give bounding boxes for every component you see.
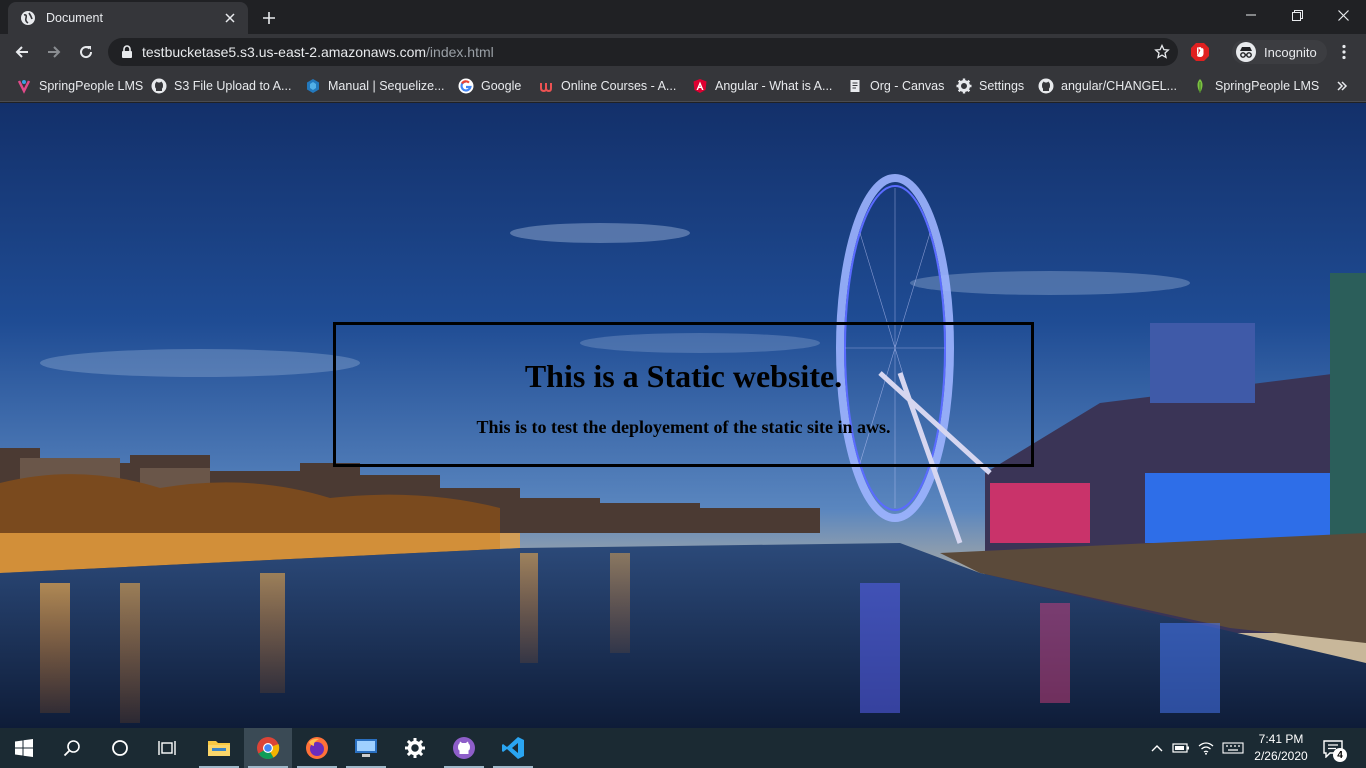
bookmark-star-icon[interactable]: [1154, 44, 1170, 60]
bookmark-angular[interactable]: Angular - What is A...: [686, 75, 838, 97]
taskbar-github-desktop[interactable]: [440, 728, 488, 768]
bookmarks-bar: SpringPeople LMS S3 File Upload to A... …: [0, 70, 1366, 102]
kebab-menu-icon: [1342, 44, 1346, 60]
restore-button[interactable]: [1274, 0, 1320, 30]
notification-count-badge: 4: [1333, 748, 1347, 762]
taskbar-file-explorer[interactable]: [195, 728, 243, 768]
bookmark-label: SpringPeople LMS: [39, 79, 144, 93]
taskbar-settings[interactable]: [391, 728, 439, 768]
bookmark-label: Settings: [979, 79, 1025, 93]
gear-icon: [405, 738, 425, 758]
windows-taskbar: 7:41 PM 2/26/2020 4: [0, 728, 1366, 768]
incognito-icon: [1236, 42, 1256, 62]
bookmark-s3-file-upload[interactable]: S3 File Upload to A...: [145, 75, 297, 97]
bookmark-springpeople-lms[interactable]: SpringPeople LMS: [10, 75, 149, 97]
bookmark-label: Org - Canvas: [870, 79, 945, 93]
bookmark-label: Google: [481, 79, 522, 93]
bookmark-sequelize-manual[interactable]: Manual | Sequelize...: [299, 75, 451, 97]
browser-toolbar: testbucketase5.s3.us-east-2.amazonaws.co…: [0, 34, 1366, 70]
arrow-left-icon: [15, 46, 28, 58]
document-icon: [847, 78, 863, 94]
page-viewport: This is a Static website. This is to tes…: [0, 103, 1366, 728]
close-tab-icon[interactable]: [222, 10, 238, 26]
chevron-double-right-icon: [1337, 81, 1348, 91]
github-icon: [1038, 78, 1054, 94]
task-view-button[interactable]: [144, 728, 192, 768]
incognito-label: Incognito: [1264, 44, 1317, 60]
bookmark-label: S3 File Upload to A...: [174, 79, 292, 93]
bookmark-label: Angular - What is A...: [715, 79, 833, 93]
sequelize-icon: [305, 78, 321, 94]
search-icon: [63, 740, 80, 757]
taskbar-chrome[interactable]: [244, 728, 292, 768]
globe-icon: [20, 10, 36, 26]
folder-icon: [208, 741, 230, 756]
github-icon: [151, 78, 167, 94]
vscode-icon: [502, 737, 524, 759]
keyboard-icon: [1222, 742, 1244, 754]
url-path: /index.html: [426, 44, 494, 60]
bookmark-label: angular/CHANGEL...: [1061, 79, 1178, 93]
page-heading: This is a Static website.: [524, 358, 843, 394]
lock-icon: [120, 45, 134, 59]
adblock-extension-icon[interactable]: [1190, 42, 1210, 62]
taskbar-vscode[interactable]: [489, 728, 537, 768]
url-host: testbucketase5.s3.us-east-2.amazonaws.co…: [142, 44, 427, 60]
github-desktop-icon: [453, 737, 475, 759]
angular-icon: [692, 78, 708, 94]
clock-time: 7:41 PM: [1258, 732, 1304, 746]
bookmark-springpeople-lms-2[interactable]: SpringPeople LMS: [1186, 75, 1325, 97]
task-view-icon: [158, 741, 176, 755]
leaf-icon: [1192, 78, 1208, 94]
firefox-icon: [306, 737, 328, 759]
bookmark-label: Manual | Sequelize...: [328, 79, 445, 93]
minimize-button[interactable]: [1228, 0, 1274, 30]
cortana-button[interactable]: [96, 728, 144, 768]
battery-tray-button[interactable]: [1170, 728, 1192, 768]
bookmark-google[interactable]: Google: [452, 75, 527, 97]
battery-icon: [1172, 743, 1189, 753]
show-hidden-icons-button[interactable]: [1148, 728, 1166, 768]
wifi-tray-button[interactable]: [1196, 728, 1216, 768]
chrome-icon: [257, 737, 280, 759]
bookmark-settings[interactable]: Settings: [950, 75, 1030, 97]
address-bar[interactable]: testbucketase5.s3.us-east-2.amazonaws.co…: [108, 38, 1178, 66]
bookmark-angular-changelog[interactable]: angular/CHANGEL...: [1032, 75, 1183, 97]
springpeople-icon: [16, 78, 32, 94]
content-box: This is a Static website. This is to tes…: [333, 322, 1034, 467]
clock-date: 2/26/2020: [1254, 749, 1308, 763]
page-subheading: This is to test the deployement of the s…: [476, 417, 891, 437]
bookmark-online-courses[interactable]: Online Courses - A...: [532, 75, 682, 97]
chevron-up-icon: [1151, 745, 1163, 752]
bookmarks-overflow-button[interactable]: [1334, 78, 1350, 94]
bookmark-label: SpringPeople LMS: [1215, 79, 1320, 93]
taskbar-remote-desktop[interactable]: [342, 728, 390, 768]
browser-menu-button[interactable]: [1334, 40, 1354, 64]
windows-logo-icon: [15, 739, 33, 757]
back-button[interactable]: [8, 38, 36, 66]
keyboard-tray-button[interactable]: [1220, 728, 1246, 768]
bookmark-label: Online Courses - A...: [561, 79, 677, 93]
remote-desktop-icon: [355, 739, 377, 757]
close-window-button[interactable]: [1320, 0, 1366, 30]
gear-icon: [956, 78, 972, 94]
udemy-icon: [538, 78, 554, 94]
tab-title: Document: [46, 11, 103, 25]
start-button[interactable]: [0, 728, 48, 768]
tab-document[interactable]: Document: [8, 2, 248, 34]
taskbar-firefox[interactable]: [293, 728, 341, 768]
system-clock[interactable]: 7:41 PM 2/26/2020: [1248, 731, 1314, 765]
forward-button[interactable]: [40, 38, 68, 66]
new-tab-button[interactable]: [258, 7, 280, 29]
google-icon: [458, 78, 474, 94]
wifi-icon: [1198, 742, 1214, 755]
arrow-right-icon: [48, 46, 61, 58]
bookmark-org-canvas[interactable]: Org - Canvas: [841, 75, 950, 97]
incognito-badge[interactable]: Incognito: [1232, 40, 1327, 64]
search-button[interactable]: [48, 728, 96, 768]
reload-icon: [80, 46, 93, 59]
cortana-icon: [112, 740, 128, 756]
reload-button[interactable]: [72, 38, 100, 66]
tab-strip: Document: [0, 0, 1366, 34]
